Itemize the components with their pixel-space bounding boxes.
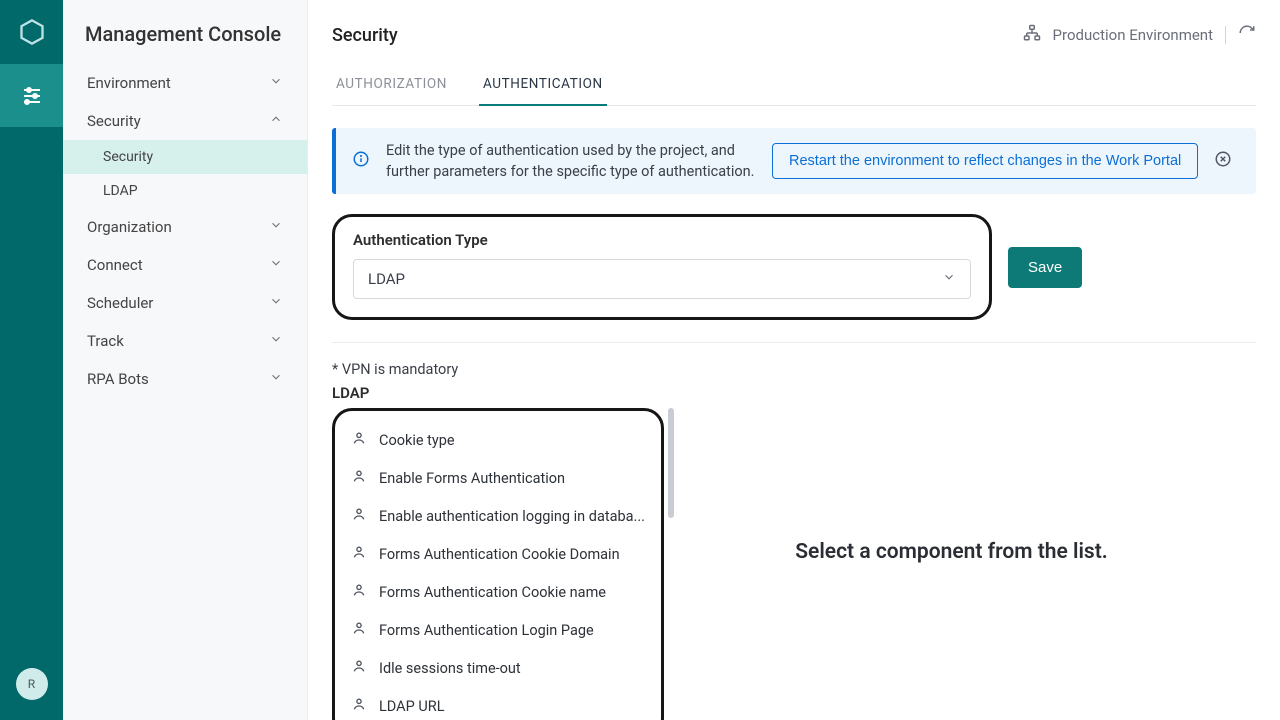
component-item[interactable]: LDAP URL	[335, 687, 661, 720]
user-avatar[interactable]: R	[16, 668, 48, 700]
brand-logo[interactable]	[0, 0, 63, 64]
authentication-type-panel: Authentication Type LDAP	[332, 214, 992, 320]
component-item[interactable]: Cookie type	[335, 421, 661, 459]
chevron-down-icon	[269, 294, 283, 312]
banner-close-button[interactable]	[1214, 150, 1232, 172]
component-label: Idle sessions time-out	[379, 660, 521, 677]
component-item[interactable]: Enable Forms Authentication	[335, 459, 661, 497]
sidebar-item-label: Environment	[87, 74, 171, 92]
hexagon-icon	[18, 18, 46, 46]
component-item[interactable]: Forms Authentication Login Page	[335, 611, 661, 649]
person-icon	[351, 696, 367, 716]
chevron-down-icon	[942, 270, 956, 288]
sidebar-item-label: Track	[87, 332, 124, 350]
sidebar-item-environment[interactable]: Environment	[63, 64, 307, 102]
auth-type-label: Authentication Type	[353, 231, 971, 249]
chevron-down-icon	[269, 370, 283, 388]
chevron-down-icon	[269, 218, 283, 236]
person-icon	[351, 582, 367, 602]
banner-text: Edit the type of authentication used by …	[386, 140, 756, 182]
restart-environment-button[interactable]: Restart the environment to reflect chang…	[772, 143, 1198, 179]
rail-nav: R	[0, 0, 63, 720]
info-banner: Edit the type of authentication used by …	[332, 128, 1256, 194]
close-icon	[1214, 150, 1232, 168]
sidebar-item-label: Scheduler	[87, 294, 153, 312]
component-item[interactable]: Enable authentication logging in databa.…	[335, 497, 661, 535]
component-label: Forms Authentication Cookie Domain	[379, 546, 620, 563]
sidebar-subitem-ldap[interactable]: LDAP	[63, 174, 307, 208]
chevron-down-icon	[269, 256, 283, 274]
component-item[interactable]: Forms Authentication Cookie Domain	[335, 535, 661, 573]
auth-type-select[interactable]: LDAP	[353, 259, 971, 299]
rail-settings[interactable]	[0, 64, 63, 127]
auth-type-value: LDAP	[368, 270, 405, 288]
sidebar-item-label: Security	[87, 112, 141, 130]
person-icon	[351, 430, 367, 450]
component-label: Cookie type	[379, 432, 455, 449]
tabs: AUTHORIZATION AUTHENTICATION	[332, 66, 1256, 106]
info-icon	[352, 150, 370, 172]
environment-switcher[interactable]: Production Environment	[1023, 24, 1256, 46]
sidebar-title: Management Console	[63, 0, 307, 64]
sidebar-item-scheduler[interactable]: Scheduler	[63, 284, 307, 322]
tab-authentication[interactable]: AUTHENTICATION	[479, 66, 607, 106]
sidebar-item-security[interactable]: Security	[63, 102, 307, 140]
component-item[interactable]: Idle sessions time-out	[335, 649, 661, 687]
mandatory-note: * VPN is mandatory	[332, 361, 1256, 378]
sidebar-item-label: Organization	[87, 218, 172, 236]
sliders-icon	[20, 84, 44, 108]
chevron-up-icon	[269, 112, 283, 130]
main-content: Security Production Environment AUTHORIZ…	[308, 0, 1280, 720]
environment-label: Production Environment	[1053, 26, 1213, 44]
component-label: Enable Forms Authentication	[379, 470, 565, 487]
sidebar-item-label: RPA Bots	[87, 370, 149, 388]
detail-pane: Select a component from the list.	[647, 384, 1256, 720]
person-icon	[351, 468, 367, 488]
component-label: Forms Authentication Login Page	[379, 622, 594, 639]
sidebar-subnav-security: Security LDAP	[63, 140, 307, 208]
divider	[332, 342, 1256, 343]
sidebar-item-rpa-bots[interactable]: RPA Bots	[63, 360, 307, 398]
save-button[interactable]: Save	[1008, 247, 1082, 288]
person-icon	[351, 620, 367, 640]
component-label: LDAP URL	[379, 698, 445, 715]
component-label: Enable authentication logging in databa.…	[379, 508, 645, 525]
component-item[interactable]: Forms Authentication Cookie name	[335, 573, 661, 611]
sidebar-item-organization[interactable]: Organization	[63, 208, 307, 246]
component-list-title: LDAP	[332, 384, 647, 402]
person-icon	[351, 658, 367, 678]
sidebar-item-label: Connect	[87, 256, 143, 274]
page-title: Security	[332, 25, 398, 46]
sidebar-subitem-security[interactable]: Security	[63, 140, 307, 174]
chevron-down-icon	[269, 332, 283, 350]
divider	[1225, 26, 1226, 44]
sidebar-item-connect[interactable]: Connect	[63, 246, 307, 284]
person-icon	[351, 544, 367, 564]
sitemap-icon	[1023, 24, 1041, 46]
component-label: Forms Authentication Cookie name	[379, 584, 606, 601]
sidebar: Management Console Environment Security …	[63, 0, 308, 720]
refresh-button[interactable]	[1238, 24, 1256, 46]
chevron-down-icon	[269, 74, 283, 92]
sidebar-item-track[interactable]: Track	[63, 322, 307, 360]
detail-placeholder: Select a component from the list.	[795, 540, 1108, 564]
component-list-panel: Cookie type Enable Forms Authentication …	[332, 408, 664, 720]
tab-authorization[interactable]: AUTHORIZATION	[332, 66, 451, 105]
person-icon	[351, 506, 367, 526]
